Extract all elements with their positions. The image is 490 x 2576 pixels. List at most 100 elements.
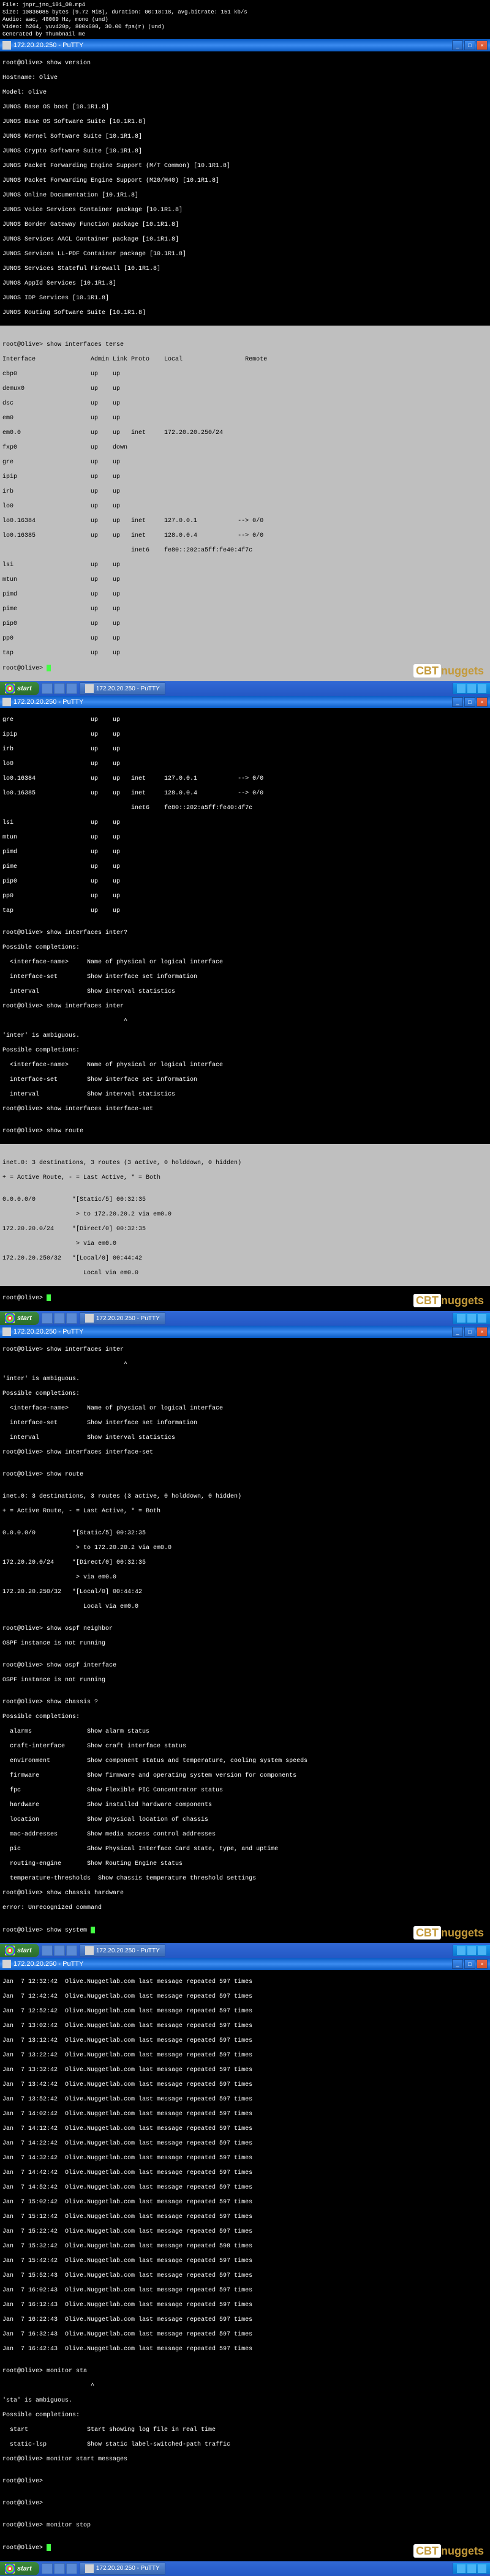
- system-tray[interactable]: [453, 1313, 490, 1324]
- close-button[interactable]: ×: [477, 697, 488, 707]
- quicklaunch-icon[interactable]: [54, 1945, 65, 1956]
- terminal-output[interactable]: root@Olive> show version Hostname: Olive…: [0, 51, 490, 326]
- quicklaunch-icon[interactable]: [42, 2563, 53, 2574]
- term-line: interval Show interval statistics: [2, 1091, 488, 1099]
- close-button[interactable]: ×: [477, 1959, 488, 1969]
- term-line: Possible completions:: [2, 1047, 488, 1055]
- titlebar[interactable]: 172.20.20.250 - PuTTY _□×: [0, 1326, 490, 1338]
- term-line: Jan 7 16:22:43 Olive.Nuggetlab.com last …: [2, 2317, 488, 2324]
- maximize-button[interactable]: □: [464, 697, 475, 707]
- quicklaunch-icon[interactable]: [42, 1945, 53, 1956]
- quicklaunch-icon[interactable]: [66, 2563, 77, 2574]
- tray-icon[interactable]: [478, 2564, 486, 2573]
- term-line: pimd up up: [2, 849, 488, 856]
- maximize-button[interactable]: □: [464, 1959, 475, 1969]
- term-line: root@Olive> show interfaces inter: [2, 1003, 488, 1010]
- term-line: root@Olive> monitor sta: [2, 2368, 488, 2375]
- windows-icon: [5, 2564, 15, 2574]
- minimize-button[interactable]: _: [452, 40, 463, 50]
- terminal-output-highlight[interactable]: inet.0: 3 destinations, 3 routes (3 acti…: [0, 1144, 490, 1286]
- quicklaunch-icon[interactable]: [42, 1313, 53, 1324]
- tray-icon[interactable]: [457, 1946, 466, 1955]
- tray-icon[interactable]: [467, 2564, 476, 2573]
- taskbar-item[interactable]: 172.20.20.250 - PuTTY: [80, 682, 165, 695]
- meta-gen: Generated by Thumbnail me: [2, 31, 488, 38]
- tray-icon[interactable]: [457, 1314, 466, 1323]
- taskbar-item[interactable]: 172.20.20.250 - PuTTY: [80, 1312, 165, 1324]
- term-line: JUNOS Services LL-PDF Container package …: [2, 251, 488, 258]
- term-line: 172.20.20.0/24 *[Direct/0] 00:32:35: [2, 1226, 488, 1233]
- quicklaunch-icon[interactable]: [66, 1313, 77, 1324]
- minimize-button[interactable]: _: [452, 1959, 463, 1969]
- taskbar[interactable]: start 172.20.20.250 - PuTTY: [0, 1943, 490, 1958]
- quicklaunch-icon[interactable]: [66, 1945, 77, 1956]
- system-tray[interactable]: [453, 1945, 490, 1956]
- term-line: Jan 7 16:12:43 Olive.Nuggetlab.com last …: [2, 2302, 488, 2309]
- maximize-button[interactable]: □: [464, 40, 475, 50]
- system-tray[interactable]: [453, 683, 490, 694]
- putty-icon: [85, 684, 94, 693]
- maximize-button[interactable]: □: [464, 1327, 475, 1337]
- putty-icon: [2, 1960, 11, 1968]
- term-line: mac-addresses Show media access control …: [2, 1831, 488, 1839]
- term-line: JUNOS Kernel Software Suite [10.1R1.8]: [2, 133, 488, 141]
- term-line: root@Olive> show interfaces inter?: [2, 930, 488, 937]
- taskbar[interactable]: start 172.20.20.250 - PuTTY: [0, 2561, 490, 2576]
- term-line: craft-interface Show craft interface sta…: [2, 1743, 488, 1750]
- term-line: 172.20.20.0/24 *[Direct/0] 00:32:35: [2, 1559, 488, 1567]
- term-line: 'inter' is ambiguous.: [2, 1032, 488, 1040]
- terminal-output[interactable]: gre up up ipip up up irb up up lo0 up up…: [0, 708, 490, 1144]
- term-line: JUNOS Routing Software Suite [10.1R1.8]: [2, 310, 488, 317]
- terminal-output[interactable]: Jan 7 12:32:42 Olive.Nuggetlab.com last …: [0, 1970, 490, 2561]
- quicklaunch-icon[interactable]: [66, 683, 77, 694]
- taskbar[interactable]: start 172.20.20.250 - PuTTY: [0, 1311, 490, 1326]
- start-button[interactable]: start: [0, 2562, 39, 2575]
- tray-icon[interactable]: [457, 2564, 466, 2573]
- terminal-output-highlight[interactable]: root@Olive> show interfaces terse Interf…: [0, 326, 490, 681]
- titlebar[interactable]: 172.20.20.250 - PuTTY _□×: [0, 1958, 490, 1970]
- tray-icon[interactable]: [467, 684, 476, 693]
- tray-icon[interactable]: [478, 684, 486, 693]
- cbt-nuggets-logo: CBTnuggets: [413, 1294, 484, 1307]
- titlebar[interactable]: 172.20.20.250 - PuTTY _□×: [0, 696, 490, 708]
- titlebar[interactable]: 172.20.20.250 - PuTTY _ □ ×: [0, 39, 490, 51]
- term-line: root@Olive> show interfaces interface-se…: [2, 1449, 488, 1457]
- start-button[interactable]: start: [0, 682, 39, 695]
- term-line: 0.0.0.0/0 *[Static/5] 00:32:35: [2, 1197, 488, 1204]
- quicklaunch-icon[interactable]: [54, 2563, 65, 2574]
- system-tray[interactable]: [453, 2563, 490, 2574]
- term-line: location Show physical location of chass…: [2, 1816, 488, 1824]
- term-line: Jan 7 16:32:43 Olive.Nuggetlab.com last …: [2, 2331, 488, 2339]
- quicklaunch-icon[interactable]: [54, 683, 65, 694]
- minimize-button[interactable]: _: [452, 697, 463, 707]
- term-line: inet.0: 3 destinations, 3 routes (3 acti…: [2, 1160, 488, 1167]
- terminal-output[interactable]: root@Olive> show interfaces inter ^ 'int…: [0, 1338, 490, 1943]
- term-line: <interface-name> Name of physical or log…: [2, 1062, 488, 1069]
- term-line: Jan 7 15:42:42 Olive.Nuggetlab.com last …: [2, 2258, 488, 2265]
- close-button[interactable]: ×: [477, 40, 488, 50]
- term-line: lo0 up up: [2, 503, 488, 510]
- start-button[interactable]: start: [0, 1944, 39, 1957]
- tray-icon[interactable]: [457, 684, 466, 693]
- tray-icon[interactable]: [467, 1946, 476, 1955]
- tray-icon[interactable]: [478, 1946, 486, 1955]
- term-line: alarms Show alarm status: [2, 1728, 488, 1736]
- quicklaunch-icon[interactable]: [54, 1313, 65, 1324]
- cbt-nuggets-logo: CBTnuggets: [413, 2545, 484, 2558]
- term-line: lo0.16385 up up inet 128.0.0.4 --> 0/0: [2, 532, 488, 540]
- term-line: <interface-name> Name of physical or log…: [2, 959, 488, 966]
- tray-icon[interactable]: [467, 1314, 476, 1323]
- quicklaunch-icon[interactable]: [42, 683, 53, 694]
- minimize-button[interactable]: _: [452, 1327, 463, 1337]
- term-line: Jan 7 15:52:43 Olive.Nuggetlab.com last …: [2, 2272, 488, 2280]
- taskbar[interactable]: start 172.20.20.250 - PuTTY: [0, 681, 490, 696]
- tray-icon[interactable]: [478, 1314, 486, 1323]
- start-button[interactable]: start: [0, 1312, 39, 1325]
- term-line: cbp0 up up: [2, 371, 488, 378]
- term-line: root@Olive> monitor start messages: [2, 2456, 488, 2463]
- taskbar-item[interactable]: 172.20.20.250 - PuTTY: [80, 1944, 165, 1957]
- term-line: Local via em0.0: [2, 1603, 488, 1611]
- close-button[interactable]: ×: [477, 1327, 488, 1337]
- taskbar-item[interactable]: 172.20.20.250 - PuTTY: [80, 2563, 165, 2575]
- term-line: interface-set Show interface set informa…: [2, 1077, 488, 1084]
